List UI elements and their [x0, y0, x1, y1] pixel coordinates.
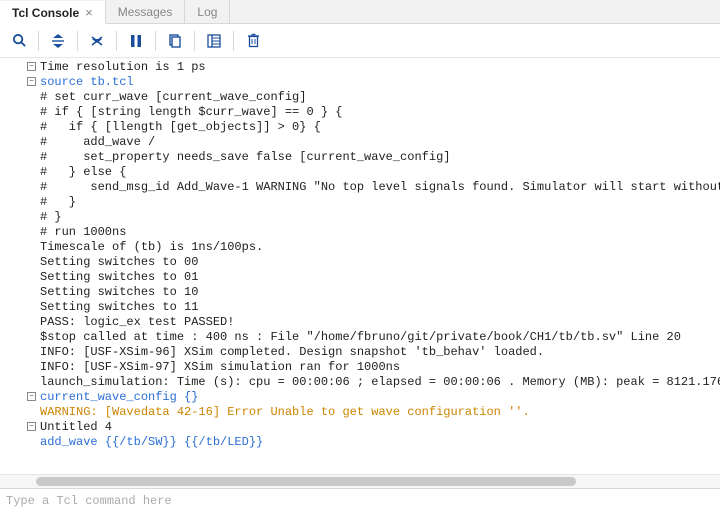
console-line: # if { [string length $curr_wave] == 0 }… — [0, 105, 720, 120]
console-line: # run 1000ns — [0, 225, 720, 240]
line-text: current_wave_config {} — [40, 390, 198, 405]
scrollbar-thumb[interactable] — [36, 477, 576, 486]
tab-bar: Tcl Console × Messages Log — [0, 0, 720, 24]
toggle-column-icon[interactable] — [203, 30, 225, 52]
line-text: # if { [string length $curr_wave] == 0 }… — [40, 105, 342, 120]
line-text: source tb.tcl — [40, 75, 134, 90]
line-text: # } — [40, 195, 76, 210]
line-text: # run 1000ns — [40, 225, 126, 240]
line-text: # add_wave / — [40, 135, 155, 150]
line-text: # send_msg_id Add_Wave-1 WARNING "No top… — [40, 180, 720, 195]
line-text: # set curr_wave [current_wave_config] — [40, 90, 306, 105]
console-line: −current_wave_config {} — [0, 390, 720, 405]
line-text: # } — [40, 210, 62, 225]
console-line: # if { [llength [get_objects]] > 0} { — [0, 120, 720, 135]
line-text: # if { [llength [get_objects]] > 0} { — [40, 120, 321, 135]
pause-icon[interactable] — [125, 30, 147, 52]
line-text: Untitled 4 — [40, 420, 112, 435]
gutter: − — [0, 60, 40, 71]
console-line: WARNING: [Wavedata 42-16] Error Unable t… — [0, 405, 720, 420]
console-line: # send_msg_id Add_Wave-1 WARNING "No top… — [0, 180, 720, 195]
fold-toggle-icon[interactable]: − — [27, 392, 36, 401]
console-line: INFO: [USF-XSim-97] XSim simulation ran … — [0, 360, 720, 375]
gutter: − — [0, 390, 40, 401]
line-text: add_wave {{/tb/SW}} {{/tb/LED}} — [40, 435, 263, 450]
line-text: PASS: logic_ex test PASSED! — [40, 315, 234, 330]
console-output[interactable]: −Time resolution is 1 ps−source tb.tcl# … — [0, 58, 720, 474]
separator — [116, 31, 117, 51]
console-line: # } else { — [0, 165, 720, 180]
tab-label: Messages — [118, 5, 173, 19]
console-line: launch_simulation: Time (s): cpu = 00:00… — [0, 375, 720, 390]
fold-toggle-icon[interactable]: − — [27, 77, 36, 86]
line-text: INFO: [USF-XSim-96] XSim completed. Desi… — [40, 345, 544, 360]
tab-log[interactable]: Log — [185, 0, 230, 23]
line-text: Setting switches to 00 — [40, 255, 198, 270]
collapse-all-icon[interactable] — [47, 30, 69, 52]
separator — [155, 31, 156, 51]
console-line: Setting switches to 11 — [0, 300, 720, 315]
command-input-row — [0, 488, 720, 512]
line-text: # } else { — [40, 165, 126, 180]
separator — [233, 31, 234, 51]
console-line: # } — [0, 195, 720, 210]
console-line: add_wave {{/tb/SW}} {{/tb/LED}} — [0, 435, 720, 450]
tab-label: Log — [197, 5, 217, 19]
console-line: Setting switches to 01 — [0, 270, 720, 285]
trash-icon[interactable] — [242, 30, 264, 52]
fold-toggle-icon[interactable]: − — [27, 62, 36, 71]
separator — [77, 31, 78, 51]
line-text: Setting switches to 01 — [40, 270, 198, 285]
tab-tcl-console[interactable]: Tcl Console × — [0, 1, 106, 24]
line-text: Setting switches to 10 — [40, 285, 198, 300]
console-line: # set_property needs_save false [current… — [0, 150, 720, 165]
close-icon[interactable]: × — [85, 5, 93, 20]
line-text: launch_simulation: Time (s): cpu = 00:00… — [40, 375, 720, 390]
console-line: # set curr_wave [current_wave_config] — [0, 90, 720, 105]
tab-label: Tcl Console — [12, 6, 79, 20]
toolbar — [0, 24, 720, 58]
console-line: $stop called at time : 400 ns : File "/h… — [0, 330, 720, 345]
console-line: Timescale of (tb) is 1ns/100ps. — [0, 240, 720, 255]
line-text: # set_property needs_save false [current… — [40, 150, 450, 165]
console-line: PASS: logic_ex test PASSED! — [0, 315, 720, 330]
horizontal-scrollbar[interactable] — [0, 474, 720, 488]
console-line: # } — [0, 210, 720, 225]
separator — [194, 31, 195, 51]
console-line: # add_wave / — [0, 135, 720, 150]
tab-messages[interactable]: Messages — [106, 0, 186, 23]
line-text: Time resolution is 1 ps — [40, 60, 206, 75]
line-text: Setting switches to 11 — [40, 300, 198, 315]
fold-toggle-icon[interactable]: − — [27, 422, 36, 431]
console-line: −source tb.tcl — [0, 75, 720, 90]
console-line: −Time resolution is 1 ps — [0, 60, 720, 75]
copy-icon[interactable] — [164, 30, 186, 52]
gutter: − — [0, 75, 40, 86]
gutter: − — [0, 420, 40, 431]
tcl-command-input[interactable] — [0, 490, 720, 512]
search-icon[interactable] — [8, 30, 30, 52]
console-line: −Untitled 4 — [0, 420, 720, 435]
line-text: WARNING: [Wavedata 42-16] Error Unable t… — [40, 405, 530, 420]
expand-all-icon[interactable] — [86, 30, 108, 52]
line-text: Timescale of (tb) is 1ns/100ps. — [40, 240, 263, 255]
separator — [38, 31, 39, 51]
console-line: Setting switches to 00 — [0, 255, 720, 270]
line-text: INFO: [USF-XSim-97] XSim simulation ran … — [40, 360, 400, 375]
console-line: Setting switches to 10 — [0, 285, 720, 300]
console-line: INFO: [USF-XSim-96] XSim completed. Desi… — [0, 345, 720, 360]
line-text: $stop called at time : 400 ns : File "/h… — [40, 330, 681, 345]
